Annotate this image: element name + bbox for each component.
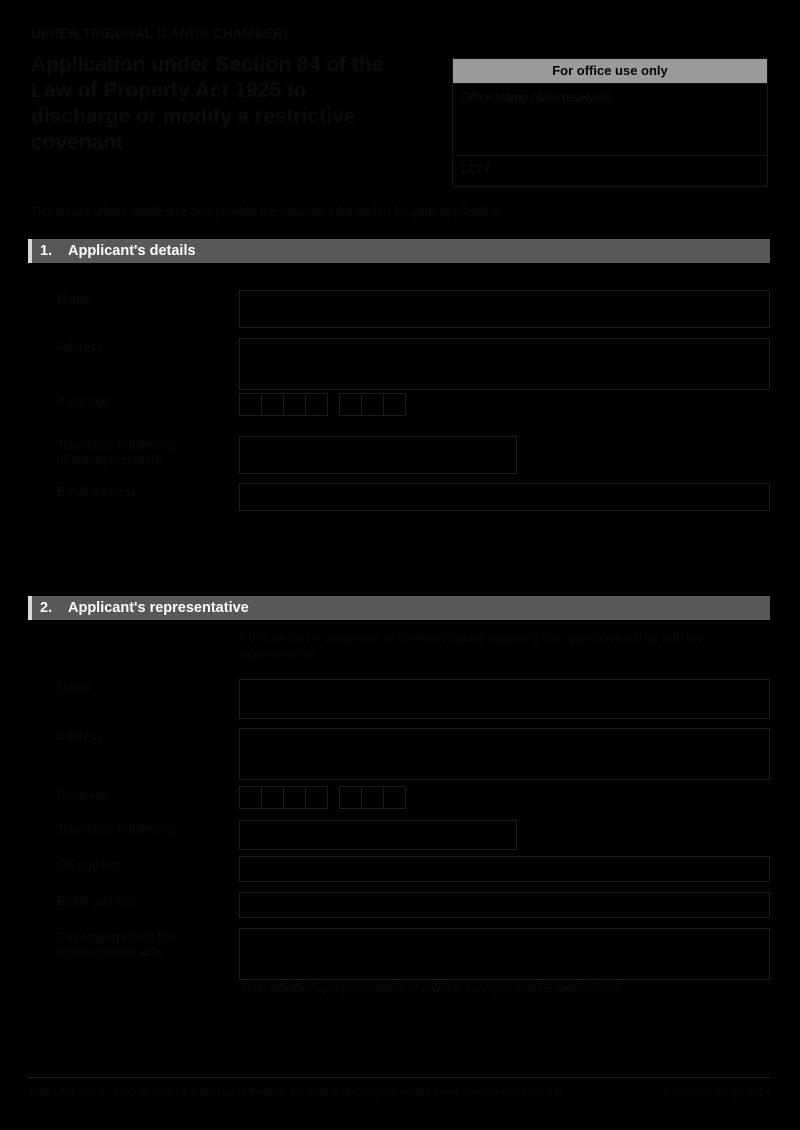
field-label: Postcode	[57, 788, 110, 802]
field-label: Capacity in which the representative act…	[57, 930, 176, 959]
postcode-cell[interactable]	[283, 393, 306, 416]
postcode-separator	[327, 404, 339, 405]
representative-capacity-input[interactable]	[239, 928, 770, 980]
applicant-email-input[interactable]	[239, 483, 770, 511]
office-use-heading: For office use only	[453, 59, 767, 84]
section-title: Applicant's representative	[68, 600, 249, 616]
section-number: 2.	[40, 600, 53, 616]
field-label: Telephone number(s) (if not represented)	[57, 438, 176, 467]
field-label: Address	[57, 340, 103, 354]
field-representative-postcode: Postcode	[57, 786, 406, 809]
organisation-name: UPPER TRIBUNAL (LANDS CHAMBER)	[31, 26, 288, 41]
postcode-cell[interactable]	[305, 393, 328, 416]
postcode-cell[interactable]	[339, 786, 362, 809]
representative-email-input[interactable]	[239, 892, 770, 918]
footer-divider	[28, 1077, 770, 1078]
applicant-postcode-input[interactable]	[239, 393, 406, 416]
representative-name-input[interactable]	[239, 679, 770, 719]
representative-dx-input[interactable]	[239, 856, 770, 882]
field-label: Email address	[57, 485, 137, 499]
field-label: Email address	[57, 894, 137, 908]
postcode-cell[interactable]	[239, 393, 262, 416]
field-label: DX number	[57, 858, 121, 872]
postcode-cell[interactable]	[305, 786, 328, 809]
field-representative-email: Email address	[57, 892, 770, 918]
representative-postcode-input[interactable]	[239, 786, 406, 809]
section-number: 1.	[40, 243, 53, 259]
applicant-address-input[interactable]	[239, 338, 770, 390]
footer-document-reference: T598 - Application under Section 84 of t…	[28, 1087, 562, 1098]
form-page: UPPER TRIBUNAL (LANDS CHAMBER) Applicati…	[0, 0, 800, 1130]
field-applicant-postcode: Postcode	[57, 393, 406, 416]
office-reference-value: LC/ /	[461, 162, 490, 176]
postcode-cell[interactable]	[261, 786, 284, 809]
representative-note: If this section is completed all communi…	[239, 631, 704, 661]
field-applicant-telephone: Telephone number(s) (if not represented)	[57, 436, 517, 474]
representative-address-input[interactable]	[239, 728, 770, 780]
postcode-cell[interactable]	[361, 393, 384, 416]
field-label: Telephone number(s)	[57, 822, 176, 836]
field-representative-address: Address	[57, 728, 770, 780]
postcode-cell[interactable]	[361, 786, 384, 809]
page-title: Application under Section 84 of the Law …	[31, 53, 384, 154]
field-applicant-email: Email address	[57, 483, 770, 511]
field-label: Name	[57, 292, 91, 306]
field-representative-dx-number: DX number	[57, 856, 770, 882]
footer-copyright: © Crown copyright 2024	[662, 1087, 770, 1098]
representative-telephone-input[interactable]	[239, 820, 517, 850]
field-applicant-address: Address	[57, 338, 770, 390]
field-representative-capacity: Capacity in which the representative act…	[57, 928, 770, 980]
field-representative-telephone: Telephone number(s)	[57, 820, 517, 850]
office-stamp-label: Office stamp (date received)	[461, 90, 612, 104]
section-title: Applicant's details	[68, 243, 196, 259]
postcode-cell[interactable]	[339, 393, 362, 416]
page-footer: T598 - Application under Section 84 of t…	[28, 1086, 770, 1100]
applicant-telephone-input[interactable]	[239, 436, 517, 474]
field-label: Postcode	[57, 395, 110, 409]
postcode-cell[interactable]	[261, 393, 284, 416]
field-label: Address	[57, 730, 103, 744]
postcode-cell[interactable]	[239, 786, 262, 809]
field-representative-name: Name	[57, 679, 770, 719]
field-label: Name	[57, 681, 91, 695]
applicant-name-input[interactable]	[239, 290, 770, 328]
section-header-applicant-representative: 2. Applicant's representative	[28, 596, 770, 620]
postcode-cell[interactable]	[383, 786, 406, 809]
form-instruction: Tick boxes where applicable and provide …	[31, 205, 504, 219]
office-stamp-area[interactable]: Office stamp (date received)	[453, 84, 767, 156]
section-header-applicant-details: 1. Applicant's details	[28, 239, 770, 263]
office-use-box: For office use only Office stamp (date r…	[452, 58, 768, 187]
field-applicant-name: Name	[57, 290, 770, 328]
office-reference-field[interactable]: LC/ /	[453, 156, 767, 186]
representative-capacity-footnote: State whether lay representative or soli…	[240, 983, 622, 995]
postcode-separator	[327, 797, 339, 798]
postcode-cell[interactable]	[283, 786, 306, 809]
postcode-cell[interactable]	[383, 393, 406, 416]
